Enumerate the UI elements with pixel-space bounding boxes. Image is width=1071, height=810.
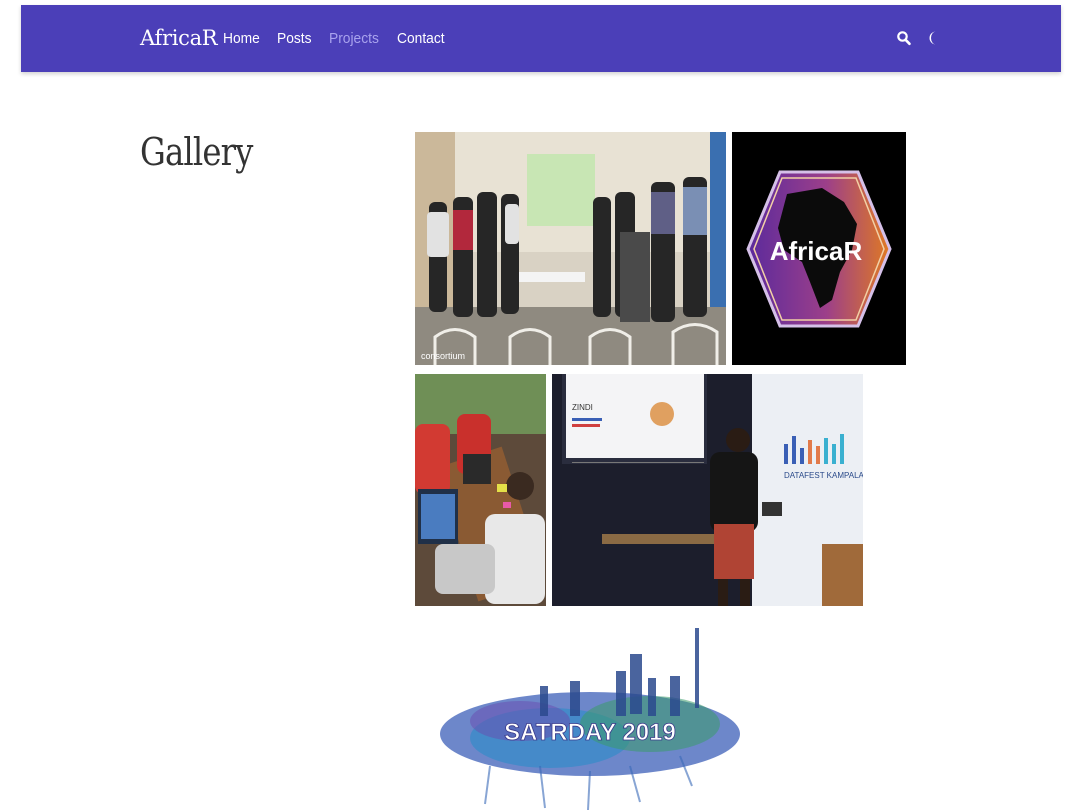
datafest-label: DATAFEST KAMPALA xyxy=(784,471,863,480)
main-nav: Home Posts Projects Contact xyxy=(223,30,462,47)
page-title: Gallery xyxy=(140,130,253,174)
gallery-image-students-laptops[interactable] xyxy=(415,374,546,606)
brand-logo-link[interactable]: AfricaR xyxy=(140,26,218,50)
gallery-image-africar-logo[interactable]: AfricaR xyxy=(732,132,906,365)
search-icon[interactable] xyxy=(896,29,912,47)
nav-link-posts[interactable]: Posts xyxy=(277,30,312,47)
nav-link-home[interactable]: Home xyxy=(223,30,260,47)
top-navbar: AfricaR Home Posts Projects Contact xyxy=(21,5,1061,72)
gallery-image-satrday-2019[interactable]: SATRDAY 2019 xyxy=(430,626,748,810)
zindi-slide-text: ZINDI xyxy=(572,403,593,412)
nav-link-contact[interactable]: Contact xyxy=(397,30,445,47)
africar-logo-text: AfricaR xyxy=(770,236,863,266)
group-photo-caption: consortium xyxy=(421,351,466,361)
nav-icon-group xyxy=(896,29,942,47)
nav-link-projects[interactable]: Projects xyxy=(329,30,379,47)
gallery-image-datafest-talk[interactable]: ZINDI DATAFEST KAMPALA xyxy=(552,374,863,606)
satrday-logo-text: SATRDAY 2019 xyxy=(504,719,676,746)
gallery-image-group-photo[interactable]: consortium xyxy=(415,132,726,365)
moon-icon[interactable] xyxy=(926,29,942,47)
